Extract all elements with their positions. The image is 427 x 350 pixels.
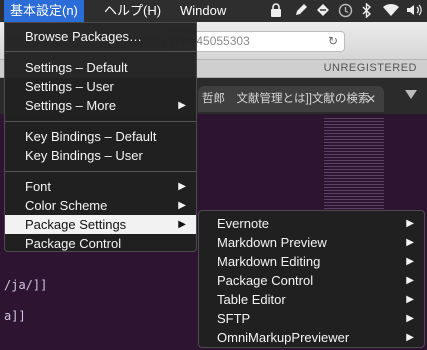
- chevron-right-icon: ▶: [406, 313, 414, 324]
- wifi-icon[interactable]: [382, 3, 400, 20]
- chevron-right-icon: ▶: [406, 237, 414, 248]
- time-machine-icon[interactable]: [338, 3, 353, 21]
- menu-item-settings-more[interactable]: Settings – More ▶: [5, 96, 196, 115]
- menu-separator: [5, 121, 196, 122]
- volume-icon[interactable]: [406, 3, 424, 20]
- preferences-menu: Browse Packages… Settings – Default Sett…: [4, 22, 197, 252]
- tab-label: 哲郎 文献管理とは]]文献の検索: [202, 93, 370, 105]
- code-line: /ja/]]: [4, 278, 48, 292]
- menu-separator: [5, 171, 196, 172]
- menu-item-package-control[interactable]: Package Control: [5, 234, 196, 253]
- submenu-item-label: Markdown Editing: [217, 254, 321, 269]
- diamond-icon[interactable]: [316, 3, 330, 20]
- menu-item-label: Settings – Default: [25, 60, 128, 75]
- menu-item-label: Package Control: [25, 236, 122, 251]
- submenu-item-label: Evernote: [217, 216, 270, 231]
- submenu-item-package-control[interactable]: Package Control ▶: [199, 271, 424, 290]
- menu-item-keybindings-user[interactable]: Key Bindings – User: [5, 146, 196, 165]
- submenu-item-label: Markdown Preview: [217, 235, 327, 250]
- pencil-icon[interactable]: [294, 3, 308, 20]
- close-icon[interactable]: ✕: [366, 86, 376, 112]
- menu-item-settings-user[interactable]: Settings – User: [5, 77, 196, 96]
- menu-item-label: Settings – More: [25, 98, 117, 113]
- menu-item-label: Font: [25, 179, 52, 194]
- menu-separator: [5, 51, 196, 52]
- menu-item-browse-packages[interactable]: Browse Packages…: [5, 27, 196, 46]
- submenu-item-label: Package Control: [217, 273, 314, 288]
- menu-item-font[interactable]: Font ▶: [5, 177, 196, 196]
- menu-item-label: Key Bindings – Default: [25, 129, 157, 144]
- menu-item-label: Browse Packages…: [25, 29, 143, 44]
- menu-item-keybindings-default[interactable]: Key Bindings – Default: [5, 127, 196, 146]
- menu-window[interactable]: Window: [174, 0, 232, 22]
- menu-help[interactable]: ヘルプ(H): [98, 0, 167, 22]
- code-line: a]]: [4, 309, 26, 323]
- chevron-right-icon: ▶: [178, 200, 186, 211]
- package-settings-submenu: Evernote ▶ Markdown Preview ▶ Markdown Edi…: [198, 210, 425, 348]
- menu-item-label: Key Bindings – User: [25, 148, 143, 163]
- editor-tab[interactable]: 哲郎 文献管理とは]]文献の検索 ✕: [198, 86, 384, 112]
- submenu-item-label: SFTP: [217, 311, 251, 326]
- submenu-item-evernote[interactable]: Evernote ▶: [199, 214, 424, 233]
- submenu-item-markdown-editing[interactable]: Markdown Editing ▶: [199, 252, 424, 271]
- submenu-item-omnimarkuppreviewer[interactable]: OmniMarkupPreviewer ▶: [199, 328, 424, 347]
- menu-item-settings-default[interactable]: Settings – Default: [5, 58, 196, 77]
- menu-item-label: Package Settings: [25, 217, 127, 232]
- chevron-right-icon: ▶: [406, 275, 414, 286]
- unregistered-label: UNREGISTERED: [323, 62, 417, 74]
- submenu-item-markdown-preview[interactable]: Markdown Preview ▶: [199, 233, 424, 252]
- chevron-right-icon: ▶: [406, 256, 414, 267]
- menu-item-package-settings[interactable]: Package Settings ▶: [5, 215, 196, 234]
- reload-icon[interactable]: ↻: [328, 32, 338, 51]
- menu-item-label: Settings – User: [25, 79, 114, 94]
- chevron-right-icon: ▶: [406, 294, 414, 305]
- menu-preferences[interactable]: 基本設定(n): [4, 0, 84, 22]
- system-menubar: 基本設定(n) ヘルプ(H) Window: [0, 0, 427, 22]
- chevron-right-icon: ▶: [178, 181, 186, 192]
- submenu-item-label: Table Editor: [217, 292, 286, 307]
- bluetooth-icon[interactable]: [362, 2, 372, 21]
- menu-item-label: Color Scheme: [25, 198, 108, 213]
- submenu-item-sftp[interactable]: SFTP ▶: [199, 309, 424, 328]
- menu-item-color-scheme[interactable]: Color Scheme ▶: [5, 196, 196, 215]
- lock-icon[interactable]: [270, 3, 282, 20]
- chevron-right-icon: ▶: [178, 100, 186, 111]
- chevron-right-icon: ▶: [178, 219, 186, 230]
- chevron-right-icon: ▶: [406, 332, 414, 343]
- submenu-item-label: OmniMarkupPreviewer: [217, 330, 350, 345]
- minimap[interactable]: [324, 118, 384, 218]
- tab-list-icon[interactable]: [405, 90, 417, 99]
- chevron-right-icon: ▶: [406, 218, 414, 229]
- submenu-item-table-editor[interactable]: Table Editor ▶: [199, 290, 424, 309]
